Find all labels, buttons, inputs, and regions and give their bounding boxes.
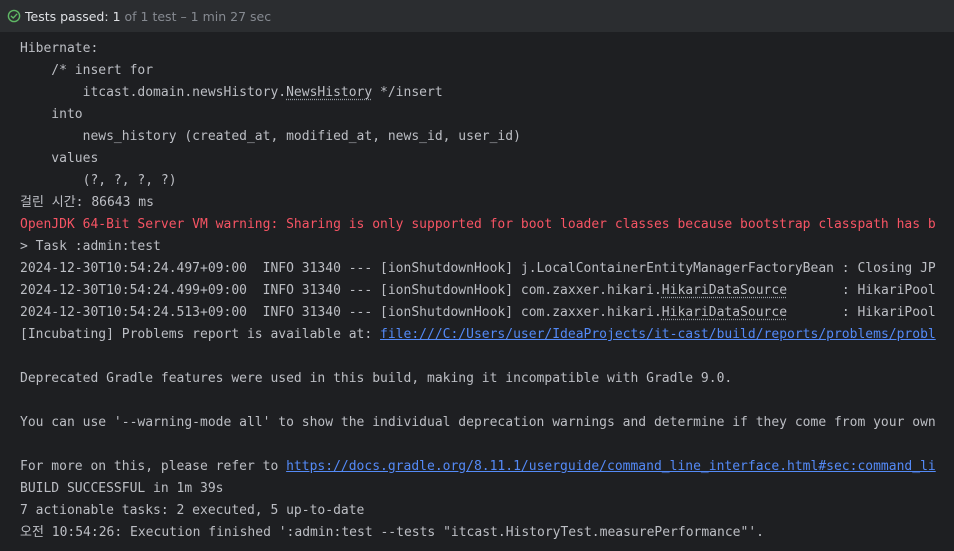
hikari-datasource-link[interactable]: HikariDataSource xyxy=(662,305,787,320)
tests-passed-label: Tests passed: xyxy=(25,8,109,24)
entity-class-link[interactable]: NewsHistory xyxy=(286,85,372,100)
log-3-suffix: : HikariPool xyxy=(787,305,936,320)
console-line-table-cols: news_history (created_at, modified_at, n… xyxy=(20,129,521,144)
hikari-datasource-link[interactable]: HikariDataSource xyxy=(662,283,787,298)
more-info-text: For more on this, please refer to xyxy=(20,459,287,474)
console-line-jvm-warning: OpenJDK 64-Bit Server VM warning: Sharin… xyxy=(20,217,936,232)
tests-passed-count: 1 xyxy=(112,8,121,24)
log-3-prefix: 2024-12-30T10:54:24.513+09:00 INFO 31340… xyxy=(20,305,662,320)
tests-summary: of 1 test – 1 min 27 sec xyxy=(124,8,272,24)
console-line-log-3: 2024-12-30T10:54:24.513+09:00 INFO 31340… xyxy=(20,302,936,324)
console-line-problems-report: [Incubating] Problems report is availabl… xyxy=(20,324,936,346)
console-line-build-result: BUILD SUCCESSFUL in 1m 39s xyxy=(20,481,224,496)
console-line-hibernate: Hibernate: xyxy=(20,41,99,56)
console-line-warning-mode: You can use '--warning-mode all' to show… xyxy=(20,415,936,430)
entity-package: itcast.domain.newsHistory. xyxy=(20,85,287,100)
test-run-window: Tests passed: 1 of 1 test – 1 min 27 sec… xyxy=(0,0,954,551)
console-line-insert-comment: /* insert for xyxy=(20,63,154,78)
entity-comment-end: */insert xyxy=(372,85,443,100)
console-line-task: > Task :admin:test xyxy=(20,239,161,254)
console-line-into: into xyxy=(20,107,83,122)
console-line-execution-finished: 오전 10:54:26: Execution finished ':admin:… xyxy=(20,525,764,540)
console-line-values-kw: values xyxy=(20,151,99,166)
console-output[interactable]: · · · Hibernate: /* insert for itcast.do… xyxy=(0,32,954,551)
console-line-tasks-summary: 7 actionable tasks: 2 executed, 5 up-to-… xyxy=(20,503,365,518)
console-line-deprecated: Deprecated Gradle features were used in … xyxy=(20,371,733,386)
log-2-suffix: : HikariPool xyxy=(787,283,936,298)
console-line-elapsed: 걸린 시간: 86643 ms xyxy=(20,195,154,210)
console-line-values-params: (?, ?, ?, ?) xyxy=(20,173,177,188)
log-2-prefix: 2024-12-30T10:54:24.499+09:00 INFO 31340… xyxy=(20,283,662,298)
problems-report-link[interactable]: file:///C:/Users/user/IdeaProjects/it-ca… xyxy=(380,327,936,342)
check-circle-icon xyxy=(7,9,21,23)
gradle-docs-link[interactable]: https://docs.gradle.org/8.11.1/userguide… xyxy=(286,459,936,474)
console-line-entity: itcast.domain.newsHistory.NewsHistory */… xyxy=(20,82,443,104)
console-line-more-info: For more on this, please refer to https:… xyxy=(20,456,936,478)
console-line-log-2: 2024-12-30T10:54:24.499+09:00 INFO 31340… xyxy=(20,280,936,302)
test-status-bar: Tests passed: 1 of 1 test – 1 min 27 sec xyxy=(0,0,954,32)
problems-report-text: [Incubating] Problems report is availabl… xyxy=(20,327,381,342)
console-line-log-1: 2024-12-30T10:54:24.497+09:00 INFO 31340… xyxy=(20,261,936,276)
